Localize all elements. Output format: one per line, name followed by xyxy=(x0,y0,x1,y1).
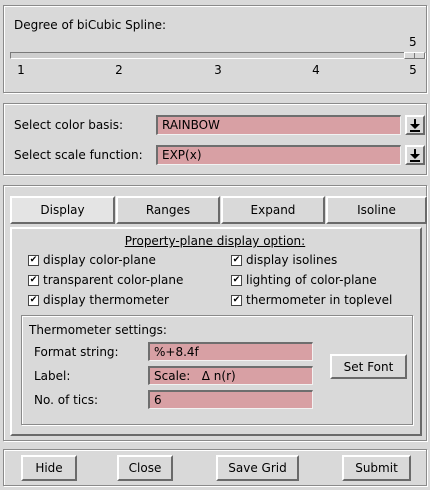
option-label: display thermometer xyxy=(43,293,169,307)
option-thermometer-toplevel[interactable]: ✔ thermometer in toplevel xyxy=(231,292,392,308)
tab-ranges[interactable]: Ranges xyxy=(116,196,220,224)
tab-expand-label: Expand xyxy=(250,203,296,217)
hide-button[interactable]: Hide xyxy=(21,455,77,481)
option-display-isolines[interactable]: ✔ display isolines xyxy=(231,252,337,268)
thermometer-label-label: Label: xyxy=(34,369,71,383)
checkbox-checked-icon[interactable]: ✔ xyxy=(28,274,39,286)
option-display-thermometer[interactable]: ✔ display thermometer xyxy=(28,292,169,308)
option-label: thermometer in toplevel xyxy=(246,293,393,307)
option-lighting-color-plane[interactable]: ✔ lighting of color-plane xyxy=(231,272,377,288)
checkbox-checked-icon[interactable]: ✔ xyxy=(231,254,242,266)
checkbox-checked-icon[interactable]: ✔ xyxy=(28,254,39,266)
format-string-label: Format string: xyxy=(34,345,119,359)
no-of-tics-label: No. of tics: xyxy=(34,393,99,407)
dropdown-arrow-icon xyxy=(410,119,420,132)
tab-isoline[interactable]: Isoline xyxy=(326,196,427,224)
color-basis-field[interactable]: RAINBOW xyxy=(156,115,401,135)
checkbox-checked-icon[interactable]: ✔ xyxy=(231,274,242,286)
close-button[interactable]: Close xyxy=(117,455,173,481)
spline-tick-5: 5 xyxy=(409,63,417,77)
spline-tick-4: 4 xyxy=(312,63,320,77)
submit-button[interactable]: Submit xyxy=(342,455,411,481)
spline-slider-handle[interactable] xyxy=(404,52,425,59)
scale-function-field[interactable]: EXP(x) xyxy=(156,145,401,165)
color-basis-dropdown-button[interactable] xyxy=(405,115,425,135)
spline-tick-3: 3 xyxy=(214,63,222,77)
spline-tick-2: 2 xyxy=(115,63,123,77)
checkbox-checked-icon[interactable]: ✔ xyxy=(28,294,39,306)
property-plane-heading: Property-plane display option: xyxy=(124,234,306,248)
tab-display-label: Display xyxy=(40,203,85,217)
tab-display[interactable]: Display xyxy=(10,196,115,224)
set-font-button[interactable]: Set Font xyxy=(330,354,407,379)
format-string-field[interactable]: %+8.4f xyxy=(148,342,313,361)
spline-slider-trough[interactable] xyxy=(10,52,426,59)
spline-tick-1: 1 xyxy=(17,63,25,77)
tab-expand[interactable]: Expand xyxy=(221,196,325,224)
option-display-color-plane[interactable]: ✔ display color-plane xyxy=(28,252,156,268)
save-grid-button[interactable]: Save Grid xyxy=(216,455,299,481)
tab-ranges-label: Ranges xyxy=(145,203,191,217)
scale-function-label: Select scale function: xyxy=(14,148,143,162)
color-basis-label: Select color basis: xyxy=(14,118,124,132)
no-of-tics-field[interactable]: 6 xyxy=(148,390,313,409)
option-label: display isolines xyxy=(246,253,338,267)
option-label: display color-plane xyxy=(43,253,156,267)
option-label: transparent color-plane xyxy=(43,273,184,287)
tab-isoline-label: Isoline xyxy=(357,203,396,217)
checkbox-checked-icon[interactable]: ✔ xyxy=(231,294,242,306)
thermometer-label-field[interactable]: Scale: Δ n(r) xyxy=(148,366,313,385)
scale-function-dropdown-button[interactable] xyxy=(405,145,425,165)
spline-value: 5 xyxy=(409,35,417,49)
spline-title: Degree of biCubic Spline: xyxy=(14,18,167,32)
option-transparent-color-plane[interactable]: ✔ transparent color-plane xyxy=(28,272,183,288)
spline-slider-grip xyxy=(414,53,415,58)
dropdown-arrow-icon xyxy=(410,149,420,162)
option-label: lighting of color-plane xyxy=(246,273,377,287)
thermometer-settings-heading: Thermometer settings: xyxy=(29,323,167,337)
